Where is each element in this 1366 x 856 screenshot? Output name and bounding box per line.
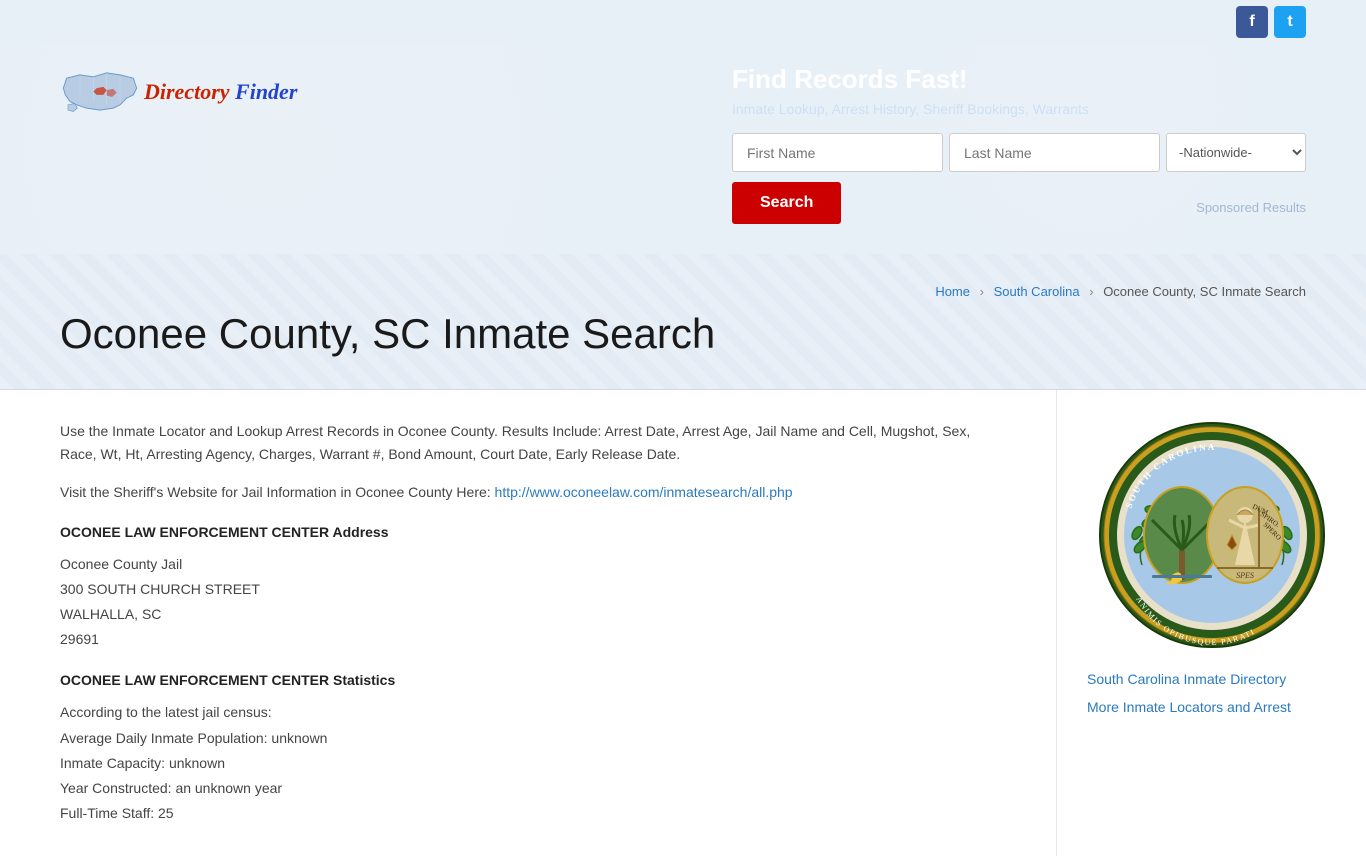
last-name-input[interactable] <box>949 133 1160 172</box>
jail-website-link[interactable]: http://www.oconeelaw.com/inmatesearch/al… <box>495 484 793 500</box>
stats-block: According to the latest jail census: Ave… <box>60 700 996 826</box>
seal-container: SOUTH CAROLINA <box>1087 420 1336 650</box>
stats-staff: Full-Time Staff: 25 <box>60 801 996 826</box>
address-line2: WALHALLA, SC <box>60 602 996 627</box>
sc-state-seal: SOUTH CAROLINA <box>1097 420 1327 650</box>
logo-finder-text: Finder <box>235 79 297 104</box>
page-title: Oconee County, SC Inmate Search <box>60 309 1306 359</box>
logo-area: Directory Finder <box>60 64 297 119</box>
page-header: Home › South Carolina › Oconee County, S… <box>0 254 1366 390</box>
breadcrumb-home[interactable]: Home <box>935 284 970 299</box>
breadcrumb-sep-1: › <box>980 284 984 299</box>
breadcrumb-state[interactable]: South Carolina <box>994 284 1080 299</box>
sidebar-links: South Carolina Inmate Directory More Inm… <box>1087 670 1336 717</box>
logo-brand-text: Directory Finder <box>144 79 297 104</box>
stats-census: According to the latest jail census: <box>60 700 996 725</box>
sc-inmate-directory-link[interactable]: South Carolina Inmate Directory <box>1087 670 1336 690</box>
main-content: Use the Inmate Locator and Lookup Arrest… <box>0 390 1366 856</box>
facebook-icon[interactable]: f <box>1236 6 1268 38</box>
search-title: Find Records Fast! <box>732 64 1306 95</box>
sponsored-results-text: Sponsored Results <box>1196 200 1306 215</box>
visit-text: Visit the Sheriff's Website for Jail Inf… <box>60 481 996 503</box>
twitter-icon[interactable]: t <box>1274 6 1306 38</box>
stats-year: Year Constructed: an unknown year <box>60 776 996 801</box>
content-right: SOUTH CAROLINA <box>1056 390 1366 856</box>
stats-population: Average Daily Inmate Population: unknown <box>60 726 996 751</box>
logo-map-icon <box>60 64 140 119</box>
stats-heading: OCONEE LAW ENFORCEMENT CENTER Statistics <box>60 672 996 688</box>
search-inputs-row: -Nationwide- <box>732 133 1306 172</box>
intro-paragraph: Use the Inmate Locator and Lookup Arrest… <box>60 420 996 465</box>
logo-text: Directory Finder <box>144 79 297 105</box>
stats-capacity: Inmate Capacity: unknown <box>60 751 996 776</box>
more-inmate-locators-link[interactable]: More Inmate Locators and Arrest <box>1087 698 1336 718</box>
social-bar: f t <box>0 0 1366 44</box>
address-heading: OCONEE LAW ENFORCEMENT CENTER Address <box>60 524 996 540</box>
location-select[interactable]: -Nationwide- <box>1166 133 1306 172</box>
search-button[interactable]: Search <box>732 182 841 224</box>
first-name-input[interactable] <box>732 133 943 172</box>
content-left: Use the Inmate Locator and Lookup Arrest… <box>0 390 1056 856</box>
logo-directory-text: Directory <box>144 79 230 104</box>
breadcrumb-sep-2: › <box>1089 284 1093 299</box>
address-block: Oconee County Jail 300 SOUTH CHURCH STRE… <box>60 552 996 653</box>
svg-text:SPES: SPES <box>1236 571 1254 580</box>
search-subtitle: Inmate Lookup, Arrest History, Sheriff B… <box>732 101 1306 117</box>
breadcrumb: Home › South Carolina › Oconee County, S… <box>60 284 1306 299</box>
address-line1: 300 SOUTH CHURCH STREET <box>60 577 996 602</box>
address-zip: 29691 <box>60 627 996 652</box>
header: Directory Finder Find Records Fast! Inma… <box>0 44 1366 254</box>
breadcrumb-current: Oconee County, SC Inmate Search <box>1103 284 1306 299</box>
search-area: Find Records Fast! Inmate Lookup, Arrest… <box>732 64 1306 224</box>
jail-name: Oconee County Jail <box>60 552 996 577</box>
